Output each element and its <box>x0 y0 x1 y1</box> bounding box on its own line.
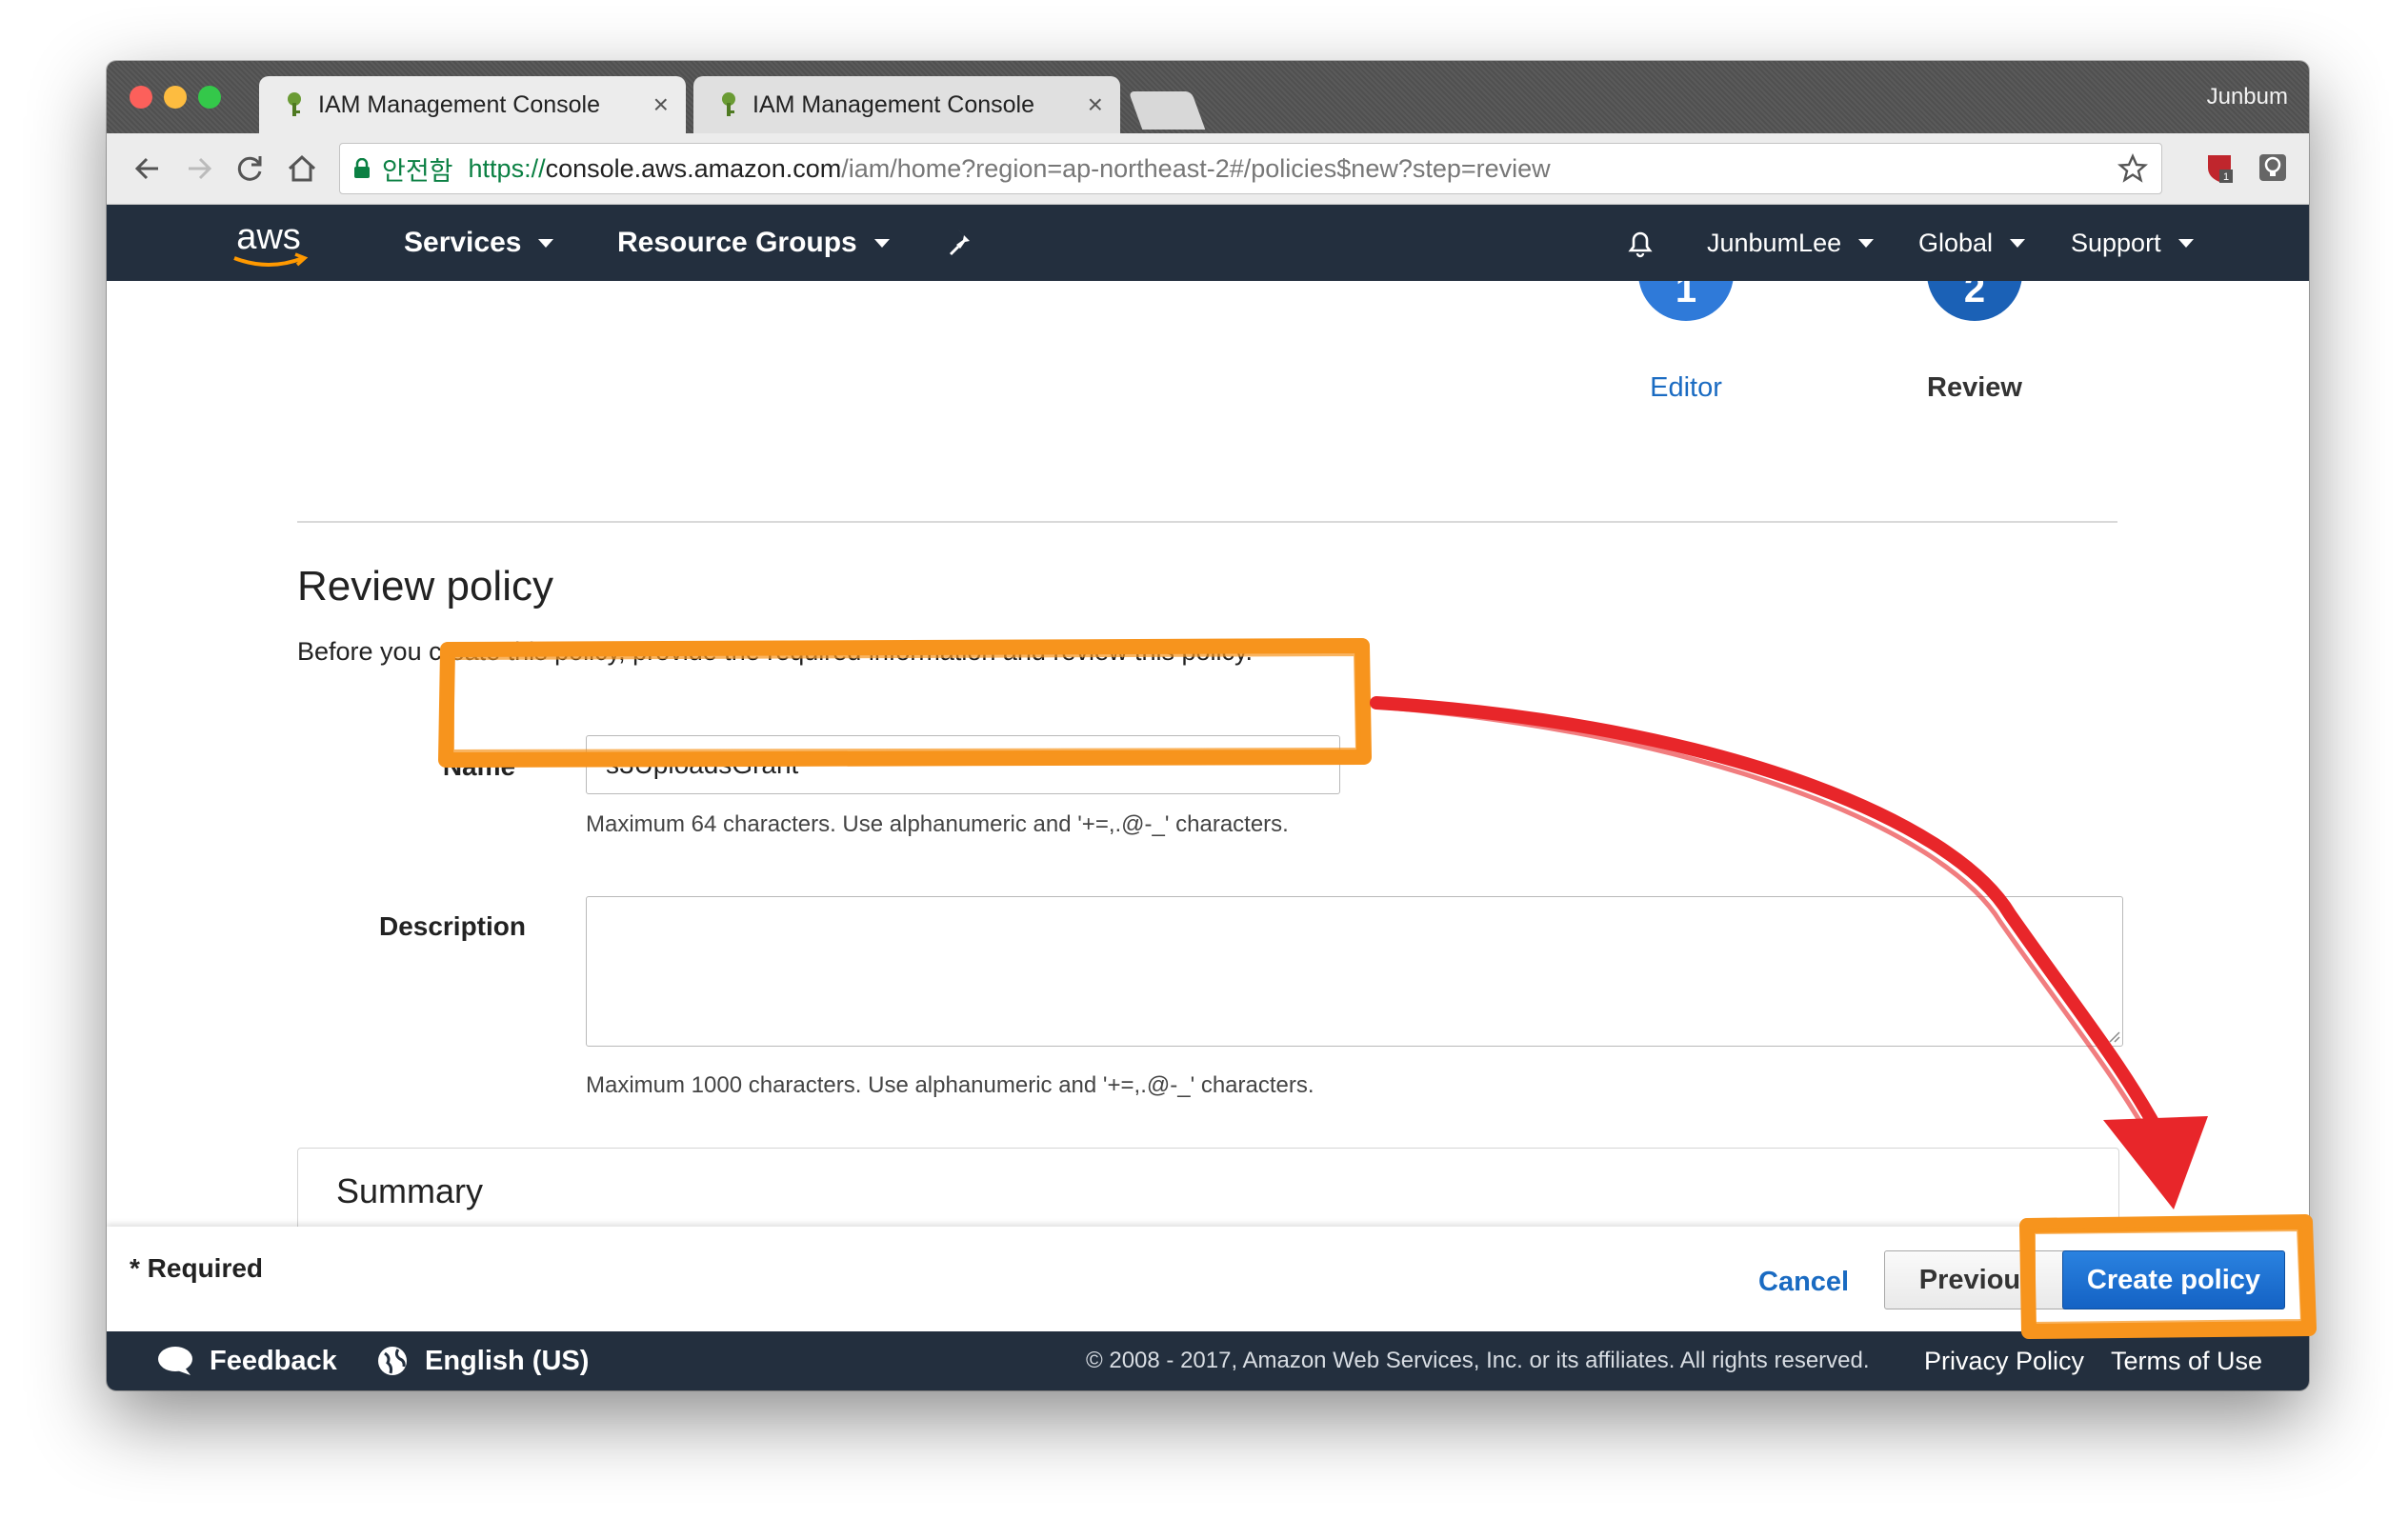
browser-toolbar: 안전함 https:// console.aws.amazon.com /iam… <box>107 133 2309 205</box>
description-hint: Maximum 1000 characters. Use alphanumeri… <box>586 1072 1314 1098</box>
extension-badge: 1 <box>2223 171 2229 183</box>
pin-icon[interactable] <box>945 226 979 260</box>
policy-name-input[interactable] <box>586 735 1340 794</box>
profile-name[interactable]: Junbum <box>2207 84 2288 110</box>
forward-arrow-icon[interactable] <box>175 145 223 192</box>
minimize-window-button[interactable] <box>164 86 187 109</box>
divider <box>297 521 2117 523</box>
previous-button[interactable]: Previous <box>1884 1250 2071 1309</box>
summary-title: Summary <box>336 1171 484 1210</box>
browser-tab-2[interactable]: IAM Management Console × <box>693 76 1120 133</box>
globe-icon <box>378 1347 407 1375</box>
step-number: 1 <box>1675 281 1697 310</box>
name-field-label: Name* <box>442 751 526 781</box>
step-editor-circle[interactable]: 1 <box>1638 281 1734 321</box>
policy-description-input[interactable] <box>586 896 2123 1047</box>
notification-bell-icon[interactable] <box>1621 224 1659 262</box>
bookmark-star-icon[interactable] <box>2117 153 2148 184</box>
feedback-label: Feedback <box>210 1345 337 1376</box>
tab-title: IAM Management Console <box>752 90 1034 118</box>
close-tab-icon[interactable]: × <box>653 90 669 120</box>
new-tab-button[interactable] <box>1128 91 1206 130</box>
services-label: Services <box>404 227 522 258</box>
aws-logo[interactable]: aws <box>221 210 316 275</box>
page-description: Before you create this policy, provide t… <box>297 637 1254 666</box>
lock-icon <box>354 158 370 178</box>
console-footer: Feedback English (US) © 2008 - 2017, Ama… <box>107 1331 2309 1390</box>
chevron-down-icon <box>2177 238 2194 248</box>
chevron-down-icon <box>2010 238 2026 248</box>
browser-tab-1[interactable]: IAM Management Console × <box>259 76 686 133</box>
step-review-label: Review <box>1927 372 2022 403</box>
url-host: console.aws.amazon.com <box>545 153 842 183</box>
lightbulb-extension-icon[interactable] <box>2256 150 2290 185</box>
chevron-down-icon <box>1858 238 1875 248</box>
shield-extension-icon[interactable]: 1 <box>2202 150 2237 185</box>
reload-icon[interactable] <box>227 145 274 192</box>
tab-strip: IAM Management Console × IAM Management … <box>107 61 2309 133</box>
create-policy-button[interactable]: Create policy <box>2062 1250 2285 1309</box>
required-note: * Required <box>130 1253 264 1283</box>
back-arrow-icon[interactable] <box>124 145 171 192</box>
url-path: /iam/home?region=ap-northeast-2#/policie… <box>841 153 1551 183</box>
language-label: English (US) <box>425 1345 590 1376</box>
terms-of-use-link[interactable]: Terms of Use <box>2111 1331 2262 1390</box>
chevron-down-icon <box>538 238 554 248</box>
tab-title: IAM Management Console <box>318 90 600 118</box>
copyright-text: © 2008 - 2017, Amazon Web Services, Inc.… <box>1086 1348 1870 1373</box>
iam-key-icon <box>288 92 301 116</box>
maximize-window-button[interactable] <box>198 86 221 109</box>
step-number: 2 <box>1963 281 1986 310</box>
feedback-link[interactable]: Feedback <box>156 1331 337 1390</box>
cancel-button[interactable]: Cancel <box>1758 1267 1849 1298</box>
description-field-label: Description <box>378 911 526 941</box>
address-bar[interactable]: 안전함 https:// console.aws.amazon.com /iam… <box>339 143 2162 194</box>
resize-handle-icon[interactable] <box>2107 1029 2120 1043</box>
region-label: Global <box>1918 228 1994 257</box>
home-icon[interactable] <box>278 145 326 192</box>
url-scheme: https:// <box>468 153 546 183</box>
page-title: Review policy <box>297 563 553 610</box>
services-menu[interactable]: Services <box>404 205 554 281</box>
privacy-policy-link[interactable]: Privacy Policy <box>1924 1331 2084 1390</box>
aws-logo-text: aws <box>236 217 301 257</box>
account-menu[interactable]: JunbumLee <box>1707 205 1875 281</box>
aws-top-nav: aws Services Resource Groups JunbumLee G… <box>107 205 2309 281</box>
main-content: 1 2 Editor Review Review policy Before y… <box>107 281 2309 1286</box>
step-review-circle: 2 <box>1927 281 2022 321</box>
support-menu[interactable]: Support <box>2071 205 2194 281</box>
browser-window: IAM Management Console × IAM Management … <box>107 61 2309 1390</box>
name-hint: Maximum 64 characters. Use alphanumeric … <box>586 811 1289 837</box>
resource-groups-label: Resource Groups <box>617 227 857 258</box>
speech-bubble-icon <box>158 1347 192 1375</box>
secure-label: 안전함 <box>382 156 453 186</box>
step-editor-label[interactable]: Editor <box>1591 372 1781 404</box>
resource-groups-menu[interactable]: Resource Groups <box>617 205 890 281</box>
chevron-down-icon <box>873 238 890 248</box>
account-name: JunbumLee <box>1707 228 1842 257</box>
language-selector[interactable]: English (US) <box>375 1331 589 1390</box>
close-window-button[interactable] <box>130 86 152 109</box>
action-bar: * Required Cancel Previous Create policy <box>107 1227 2309 1331</box>
close-tab-icon[interactable]: × <box>1088 90 1103 120</box>
region-menu[interactable]: Global <box>1918 205 2026 281</box>
iam-key-icon <box>722 92 735 116</box>
support-label: Support <box>2071 228 2161 257</box>
